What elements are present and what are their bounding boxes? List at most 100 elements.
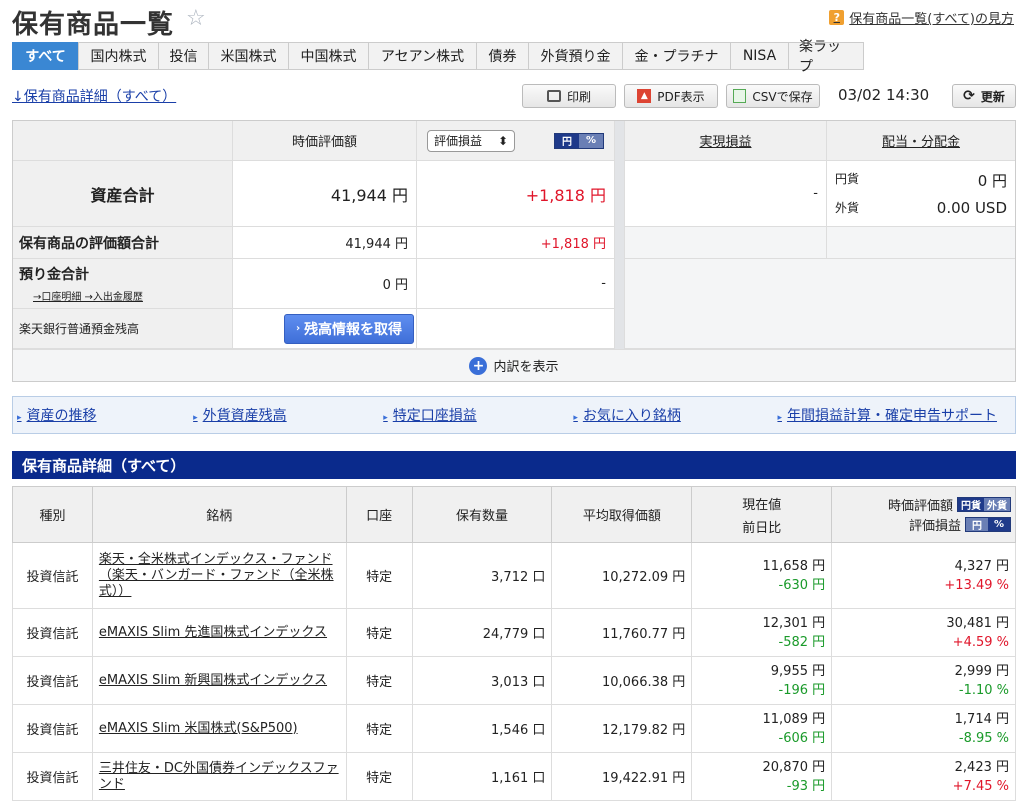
- show-breakdown-button[interactable]: + 内訳を表示: [13, 349, 1015, 381]
- row-change: -630 円: [778, 577, 826, 593]
- print-button[interactable]: 印刷: [522, 84, 616, 108]
- th-price: 現在値 前日比: [691, 486, 833, 543]
- link-asset-history[interactable]: ▸ 資産の推移: [17, 405, 97, 425]
- link-specific-account-pl[interactable]: ▸ 特定口座損益: [383, 405, 477, 425]
- th-avg-cost: 平均取得価額: [551, 486, 693, 543]
- help-link[interactable]: ? 保有商品一覧(すべて)の見方: [829, 8, 1014, 27]
- csv-button[interactable]: CSVで保存: [726, 84, 820, 108]
- row-change: -606 円: [778, 730, 826, 746]
- holdings-detail-link[interactable]: ↓保有商品詳細（すべて）: [12, 86, 176, 106]
- tab-us-stock[interactable]: 米国株式: [208, 42, 288, 70]
- row-pl: -8.95 %: [958, 730, 1009, 746]
- holdings-section-title: 保有商品詳細（すべて）: [12, 451, 1016, 479]
- row-change: -196 円: [778, 682, 826, 698]
- row-market-value: 30,481 円: [946, 615, 1009, 631]
- get-balance-button[interactable]: › 残高情報を取得: [284, 313, 414, 344]
- dividend-link[interactable]: 配当・分配金: [882, 131, 960, 150]
- col-market-value: 時価評価額: [233, 121, 417, 161]
- row-qty: 24,779 口: [411, 608, 553, 657]
- link-favorites[interactable]: ▸ お気に入り銘柄: [573, 405, 681, 425]
- total-assets-value: 41,944 円: [233, 161, 417, 227]
- row-type: 投資信託: [12, 656, 93, 705]
- refresh-label: 更新: [980, 89, 1005, 104]
- refresh-button[interactable]: ⟳ 更新: [952, 84, 1016, 108]
- div-fx-label: 外貨: [835, 201, 860, 215]
- row-qty: 3,013 口: [411, 656, 553, 705]
- timestamp: 03/02 14:30: [838, 86, 930, 104]
- row-price: 20,870 円: [762, 759, 826, 775]
- row-price: 11,089 円: [762, 711, 826, 727]
- csv-icon: [733, 89, 747, 103]
- toggle-yen[interactable]: 円: [555, 133, 579, 148]
- holdings-table: 種別 銘柄 口座 保有数量 平均取得価額 現在値 前日比 時価評価額 円貨 外貨 評…: [12, 486, 1016, 801]
- row-avg-cost: 10,272.09 円: [551, 542, 693, 609]
- row-account: 特定: [345, 704, 413, 753]
- table-row: 投資信託 eMAXIS Slim 米国株式(S&P500) 特定 1,546 口…: [12, 704, 1016, 753]
- realized-pl-link[interactable]: 実現損益: [699, 131, 751, 150]
- row-pl: -1.10 %: [958, 682, 1009, 698]
- tab-fx-deposit[interactable]: 外貨預り金: [528, 42, 622, 70]
- fund-name-link[interactable]: eMAXIS Slim 先進国株式インデックス: [91, 608, 347, 657]
- product-tabs: すべて 国内株式 投信 米国株式 中国株式 アセアン株式 債券 外貨預り金 金・…: [12, 39, 864, 75]
- updown-icon: ⬍: [497, 133, 508, 148]
- row-qty: 1,546 口: [411, 704, 553, 753]
- fund-name-link[interactable]: eMAXIS Slim 新興国株式インデックス: [91, 656, 347, 705]
- printer-icon: [546, 90, 561, 102]
- plus-circle-icon: +: [469, 356, 488, 375]
- tab-domestic-stock[interactable]: 国内株式: [78, 42, 158, 70]
- row-account: 特定: [345, 542, 413, 609]
- pdf-button[interactable]: ▲ PDF表示: [624, 84, 718, 108]
- row-price: 9,955 円: [770, 663, 826, 679]
- tab-rakuwrap[interactable]: 楽ラップ: [788, 39, 864, 75]
- row-type: 投資信託: [12, 752, 93, 801]
- th-type: 種別: [12, 486, 93, 543]
- link-annual-tax-support[interactable]: ▸ 年間損益計算・確定申告サポート: [777, 405, 997, 425]
- tab-gold-platinum[interactable]: 金・プラチナ: [622, 42, 730, 70]
- row-qty: 1,161 口: [411, 752, 553, 801]
- fund-name-link[interactable]: eMAXIS Slim 米国株式(S&P500): [91, 704, 347, 753]
- help-link-text: 保有商品一覧(すべて)の見方: [849, 12, 1014, 27]
- csv-label: CSVで保存: [752, 89, 813, 104]
- star-icon[interactable]: ☆: [186, 6, 206, 31]
- asset-summary: 時価評価額 評価損益 ⬍ 円% 実現損益 配当・分配金 資産合計 41,944 円…: [12, 120, 1016, 382]
- pl-select-value: 評価損益: [434, 134, 483, 148]
- tab-all[interactable]: すべて: [12, 42, 78, 70]
- holdings-total-value: 41,944 円: [233, 227, 417, 259]
- tab-bond[interactable]: 債券: [476, 42, 528, 70]
- tab-china-stock[interactable]: 中国株式: [288, 42, 368, 70]
- row-market-value: 4,327 円: [954, 558, 1009, 574]
- toggle-pct[interactable]: %: [579, 133, 603, 148]
- mv-currency-toggle[interactable]: 円貨 外貨: [957, 497, 1011, 512]
- quick-links: ▸ 資産の推移 ▸ 外貨資産残高 ▸ 特定口座損益 ▸ お気に入り銘柄 ▸ 年間損益計算・…: [12, 396, 1016, 434]
- fund-name-link[interactable]: 楽天・全米株式インデックス・ファンド（楽天・バンガード・ファンド（全米株式））: [91, 542, 347, 609]
- row-qty: 3,712 口: [411, 542, 553, 609]
- div-yen-label: 円貨: [835, 172, 860, 186]
- deposit-total-value: 0 円: [233, 259, 417, 309]
- row-pl: +7.45 %: [952, 778, 1009, 794]
- th-account: 口座: [345, 486, 413, 543]
- pl-unit-toggle-table[interactable]: 円%: [965, 517, 1011, 532]
- row-account: 特定: [345, 656, 413, 705]
- tab-nisa[interactable]: NISA: [730, 42, 788, 70]
- row-price: 12,301 円: [762, 615, 826, 631]
- pl-select[interactable]: 評価損益 ⬍: [427, 129, 515, 152]
- table-row: 投資信託 eMAXIS Slim 先進国株式インデックス 特定 24,779 口…: [12, 608, 1016, 657]
- row-market-value: 2,999 円: [954, 663, 1009, 679]
- row-market-value: 2,423 円: [954, 759, 1009, 775]
- get-balance-label: 残高情報を取得: [304, 321, 403, 338]
- link-fx-assets[interactable]: ▸ 外貨資産残高: [193, 405, 287, 425]
- row-pl: +4.59 %: [952, 634, 1009, 650]
- deposit-total-pl: -: [417, 259, 615, 309]
- deposit-links[interactable]: →口座明細 →入出金履歴: [19, 288, 143, 303]
- row-type: 投資信託: [12, 704, 93, 753]
- pl-unit-toggle[interactable]: 円%: [554, 132, 604, 149]
- row-change: -582 円: [778, 634, 826, 650]
- row-pl: +13.49 %: [944, 577, 1009, 593]
- th-mv-pl: 時価評価額 円貨 外貨 評価損益 円%: [831, 486, 1016, 543]
- th-qty: 保有数量: [411, 486, 553, 543]
- tab-asean-stock[interactable]: アセアン株式: [368, 42, 476, 70]
- tab-fund[interactable]: 投信: [158, 42, 208, 70]
- holdings-total-label: 保有商品の評価額合計: [13, 227, 233, 259]
- fund-name-link[interactable]: 三井住友・DC外国債券インデックスファンド: [91, 752, 347, 801]
- bank-balance-label: 楽天銀行普通預金残高: [13, 309, 233, 349]
